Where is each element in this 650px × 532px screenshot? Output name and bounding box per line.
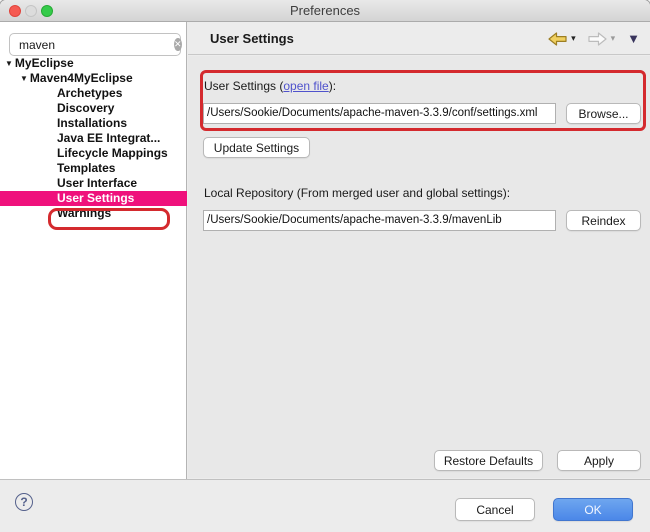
tree-item-label: User Settings — [57, 191, 134, 205]
local-repository-path-field[interactable]: /Users/Sookie/Documents/apache-maven-3.3… — [203, 210, 556, 231]
tree-item-user-settings[interactable]: User Settings — [0, 191, 187, 206]
open-file-link[interactable]: open file — [283, 79, 328, 93]
filter-search-field[interactable]: ✕ — [9, 33, 181, 56]
browse-button[interactable]: Browse... — [566, 103, 641, 124]
preferences-window: Preferences ✕ ▼MyEclipse▼Maven4MyEclipse… — [0, 0, 650, 532]
tree-item-installations[interactable]: Installations — [0, 116, 187, 131]
tree-item-label: Warnings — [57, 206, 111, 220]
update-settings-button[interactable]: Update Settings — [203, 137, 310, 158]
tree-item-myeclipse[interactable]: ▼MyEclipse — [0, 56, 187, 71]
cancel-button[interactable]: Cancel — [455, 498, 535, 521]
tree-item-warnings[interactable]: Warnings — [0, 206, 187, 221]
restore-defaults-button[interactable]: Restore Defaults — [434, 450, 543, 471]
help-icon[interactable]: ? — [15, 493, 33, 511]
disclosure-triangle-icon[interactable]: ▼ — [20, 74, 28, 83]
tree-item-label: MyEclipse — [15, 56, 74, 70]
tree-item-java-ee-integrat[interactable]: Java EE Integrat... — [0, 131, 187, 146]
back-arrow-icon[interactable] — [548, 32, 567, 46]
tree-item-maven4myeclipse[interactable]: ▼Maven4MyEclipse — [0, 71, 187, 86]
user-settings-label-prefix: User Settings ( — [204, 79, 283, 93]
tree-item-label: Installations — [57, 116, 127, 130]
ok-button[interactable]: OK — [553, 498, 633, 521]
user-settings-label-suffix: ): — [329, 79, 336, 93]
tree-item-label: Discovery — [57, 101, 114, 115]
forward-arrow-icon — [588, 32, 607, 46]
tree-item-user-interface[interactable]: User Interface — [0, 176, 187, 191]
tree-item-discovery[interactable]: Discovery — [0, 101, 187, 116]
user-settings-page: User Settings (open file): /Users/Sookie… — [188, 56, 650, 478]
clear-search-icon[interactable]: ✕ — [174, 38, 182, 51]
reindex-button[interactable]: Reindex — [566, 210, 641, 231]
sidebar: ✕ ▼MyEclipse▼Maven4MyEclipseArchetypesDi… — [0, 22, 187, 479]
tree-item-label: Archetypes — [57, 86, 122, 100]
dialog-button-bar: ? Cancel OK — [0, 479, 650, 532]
disclosure-triangle-icon[interactable]: ▼ — [5, 59, 13, 68]
page-header: User Settings ▾ ▾ ▼ — [188, 22, 650, 55]
window-title: Preferences — [0, 0, 650, 22]
tree-item-label: Lifecycle Mappings — [57, 146, 168, 160]
search-input[interactable] — [19, 38, 174, 52]
forward-history-dropdown-icon: ▾ — [611, 33, 616, 44]
page-title: User Settings — [210, 22, 294, 55]
tree-item-lifecycle-mappings[interactable]: Lifecycle Mappings — [0, 146, 187, 161]
title-bar: Preferences — [0, 0, 650, 22]
tree-item-label: Maven4MyEclipse — [30, 71, 133, 85]
tree-item-archetypes[interactable]: Archetypes — [0, 86, 187, 101]
view-menu-icon[interactable]: ▼ — [627, 31, 640, 46]
local-repository-label: Local Repository (From merged user and g… — [204, 186, 510, 200]
user-settings-path-field[interactable]: /Users/Sookie/Documents/apache-maven-3.3… — [203, 103, 556, 124]
back-history-dropdown-icon[interactable]: ▾ — [571, 33, 576, 44]
apply-button[interactable]: Apply — [557, 450, 641, 471]
tree-item-label: Java EE Integrat... — [57, 131, 160, 145]
preferences-tree: ▼MyEclipse▼Maven4MyEclipseArchetypesDisc… — [0, 56, 187, 221]
tree-item-label: Templates — [57, 161, 115, 175]
user-settings-label: User Settings (open file): — [204, 79, 336, 93]
tree-item-templates[interactable]: Templates — [0, 161, 187, 176]
tree-item-label: User Interface — [57, 176, 137, 190]
